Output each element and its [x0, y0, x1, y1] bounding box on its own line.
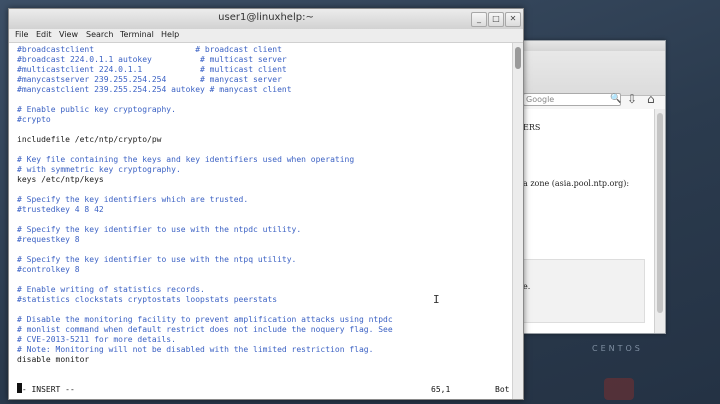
terminal-line: # Specify the key identifier to use with…: [17, 225, 302, 234]
terminal-menubar: File Edit View Search Terminal Help: [9, 29, 523, 43]
close-button[interactable]: ✕: [505, 12, 521, 27]
browser-search-input[interactable]: Google: [523, 93, 621, 106]
terminal-text-area[interactable]: I #broadcastclient # broadcast client #br…: [9, 43, 513, 399]
terminal-line: #trustedkey 4 8 42: [17, 205, 104, 214]
browser-window[interactable]: Google 🔍 ⇩ ⌂ ERS a zone (asia.pool.ntp.o…: [522, 40, 666, 334]
terminal-line: # Specify the key identifier to use with…: [17, 255, 297, 264]
terminal-line: includefile /etc/ntp/crypto/pw: [17, 135, 162, 144]
code-box: [523, 259, 645, 323]
page-heading-fragment: ERS: [523, 123, 541, 132]
terminal-line: #broadcastclient # broadcast client: [17, 45, 282, 54]
terminal-line: #crypto: [17, 115, 51, 124]
menu-file[interactable]: File: [15, 30, 28, 39]
menu-edit[interactable]: Edit: [36, 30, 52, 39]
terminal-line: # monlist command when default restrict …: [17, 325, 393, 334]
terminal-title: user1@linuxhelp:~: [218, 12, 314, 23]
terminal-line: #statistics clockstats cryptostats loops…: [17, 295, 278, 304]
browser-titlebar[interactable]: [523, 41, 665, 51]
maximize-button[interactable]: □: [488, 12, 504, 27]
page-text-fragment: a zone (asia.pool.ntp.org):: [523, 179, 630, 188]
terminal-line: #requestkey 8: [17, 235, 80, 244]
terminal-line: #multicastclient 224.0.1.1 # multicast c…: [17, 65, 287, 74]
vim-cursor-position: 65,1: [431, 385, 451, 394]
terminal-scrollbar-thumb[interactable]: [515, 47, 521, 69]
vim-mode-indicator: -- INSERT --: [17, 385, 75, 394]
terminal-line: # CVE-2013-5211 for more details.: [17, 335, 176, 344]
page-text-fragment-2: e.: [523, 282, 531, 291]
menu-terminal[interactable]: Terminal: [120, 30, 154, 39]
browser-page-content: ERS a zone (asia.pool.ntp.org): e.: [523, 109, 655, 333]
terminal-line: #manycastclient 239.255.254.254 autokey …: [17, 85, 292, 94]
terminal-line: # Enable writing of statistics records.: [17, 285, 205, 294]
terminal-line: # Key file containing the keys and key i…: [17, 155, 355, 164]
download-icon[interactable]: ⇩: [627, 92, 637, 106]
terminal-line: # with symmetric key cryptography.: [17, 165, 181, 174]
menu-help[interactable]: Help: [161, 30, 179, 39]
terminal-line: # Specify the key identifiers which are …: [17, 195, 249, 204]
terminal-titlebar[interactable]: user1@linuxhelp:~ _ □ ✕: [9, 9, 523, 30]
terminal-line: keys /etc/ntp/keys: [17, 175, 104, 184]
browser-scrollbar[interactable]: [654, 109, 665, 333]
browser-scrollbar-thumb[interactable]: [657, 113, 663, 313]
terminal-line: # Disable the monitoring facility to pre…: [17, 315, 393, 324]
home-icon[interactable]: ⌂: [647, 92, 655, 106]
search-icon[interactable]: 🔍: [610, 94, 621, 104]
terminal-line: #broadcast 224.0.1.1 autokey # multicast…: [17, 55, 287, 64]
terminal-line: # Enable public key cryptography.: [17, 105, 176, 114]
terminal-line: # Note: Monitoring will not be disabled …: [17, 345, 374, 354]
vim-scroll-position: Bot: [495, 385, 510, 394]
mouse-ibeam-cursor: I: [433, 293, 440, 306]
terminal-line: #controlkey 8: [17, 265, 80, 274]
menu-view[interactable]: View: [59, 30, 78, 39]
browser-toolbar: [523, 51, 665, 96]
minimize-button[interactable]: _: [471, 12, 487, 27]
terminal-line: disable monitor: [17, 355, 90, 364]
menu-search[interactable]: Search: [86, 30, 113, 39]
terminal-window[interactable]: user1@linuxhelp:~ _ □ ✕ File Edit View S…: [8, 8, 524, 400]
watermark-logo: [604, 378, 634, 400]
terminal-scrollbar[interactable]: [512, 43, 523, 399]
centos-brand-text: CENTOS: [592, 344, 643, 353]
terminal-line: #manycastserver 239.255.254.254 # manyca…: [17, 75, 282, 84]
